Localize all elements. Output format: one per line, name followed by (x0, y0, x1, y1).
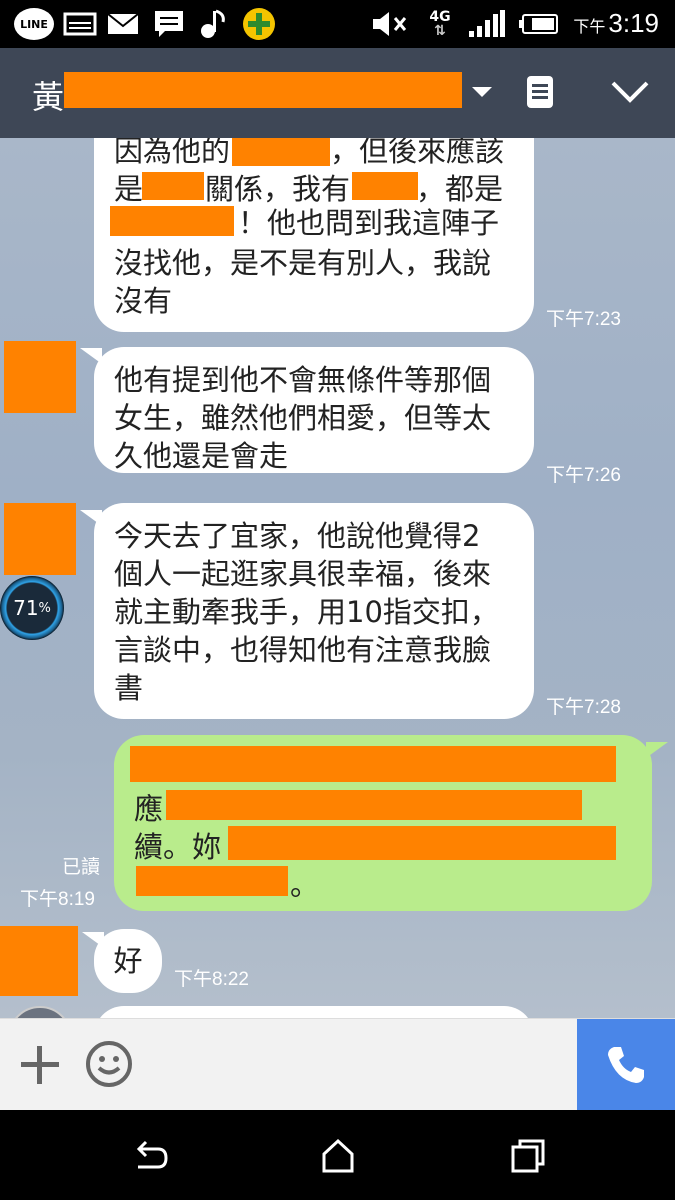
add-icon[interactable] (18, 1043, 62, 1087)
message-text: 個人一起逛家具很幸福，後來 (114, 557, 492, 591)
redaction (64, 72, 462, 108)
redaction (352, 172, 418, 200)
message-bubble[interactable] (94, 1006, 534, 1018)
avatar[interactable] (0, 926, 78, 996)
network-4g-icon: 4G ⇅ (429, 9, 451, 39)
message-text: 今天去了宜家，他說他覺得2 (114, 519, 481, 553)
redaction (228, 826, 616, 860)
chevron-down-icon[interactable] (606, 70, 654, 114)
redaction (130, 746, 616, 782)
message-bubble[interactable]: 他有提到他不會無條件等那個 女生，雖然他們相愛，但等太 久他還是會走 (94, 347, 534, 473)
redaction (232, 138, 330, 166)
battery-overlay-widget[interactable]: 71% (0, 576, 64, 640)
battery-icon (518, 8, 560, 40)
message-text: 好 (113, 944, 143, 978)
mute-icon (370, 8, 410, 40)
signal-icon (466, 8, 506, 40)
message-text: 應 (134, 792, 164, 826)
avatar[interactable] (8, 1006, 72, 1018)
message-text: 書 (114, 671, 144, 705)
read-receipt: 已讀 (62, 856, 101, 878)
emoji-icon[interactable] (84, 1039, 134, 1089)
message-text: 沒找他，是不是有別人，我說 (114, 246, 492, 280)
message-icon (152, 8, 186, 40)
message-text: 就主動牽我手，用10指交扣， (114, 595, 499, 629)
redaction (166, 790, 582, 820)
avatar[interactable] (4, 503, 76, 575)
chat-header: 黃 (0, 48, 675, 138)
recents-icon[interactable] (506, 1134, 550, 1178)
redaction (136, 866, 288, 896)
message-text: 沒有 (114, 284, 173, 318)
message-text: 久他還是會走 (114, 439, 289, 473)
timestamp: 下午7:23 (546, 309, 621, 330)
avatar[interactable] (4, 341, 76, 413)
redaction (142, 172, 204, 200)
message-bubble[interactable]: 好 (94, 929, 162, 993)
input-bar (0, 1018, 675, 1111)
timestamp: 下午7:28 (546, 697, 621, 718)
timestamp: 下午7:26 (546, 465, 621, 486)
system-nav-bar (0, 1110, 675, 1200)
phone-icon (608, 1047, 644, 1083)
redaction (110, 206, 234, 236)
dropdown-icon[interactable] (466, 70, 498, 114)
notes-icon[interactable] (522, 70, 558, 114)
plus-badge-icon (240, 8, 278, 40)
image-icon (62, 8, 98, 40)
timestamp: 下午8:19 (20, 889, 95, 910)
mail-icon (106, 8, 140, 40)
call-button[interactable] (577, 1019, 675, 1111)
message-text: 續。妳 (134, 830, 222, 864)
contact-name[interactable]: 黃 (32, 72, 64, 118)
chat-area[interactable]: 因為他的，但後來應該 因為他的，但後來應該 是關係，我有，都是 ！他也問到我這陣… (0, 138, 675, 1018)
status-bar: LINE 4G ⇅ 下午 3:19 (0, 0, 675, 48)
music-icon (196, 8, 230, 40)
timestamp: 下午8:22 (174, 969, 249, 990)
message-text: 他有提到他不會無條件等那個 (114, 363, 492, 397)
message-text: 言談中，也得知他有注意我臉 (114, 633, 492, 667)
home-icon[interactable] (316, 1134, 360, 1178)
status-time: 下午 3:19 (573, 8, 659, 38)
message-bubble[interactable]: 今天去了宜家，他說他覺得2 個人一起逛家具很幸福，後來 就主動牽我手，用10指交… (94, 503, 534, 719)
message-text: 。 (290, 868, 320, 902)
line-icon: LINE (14, 8, 54, 40)
message-text: 女生，雖然他們相愛，但等太 (114, 401, 492, 435)
back-icon[interactable] (128, 1134, 172, 1178)
